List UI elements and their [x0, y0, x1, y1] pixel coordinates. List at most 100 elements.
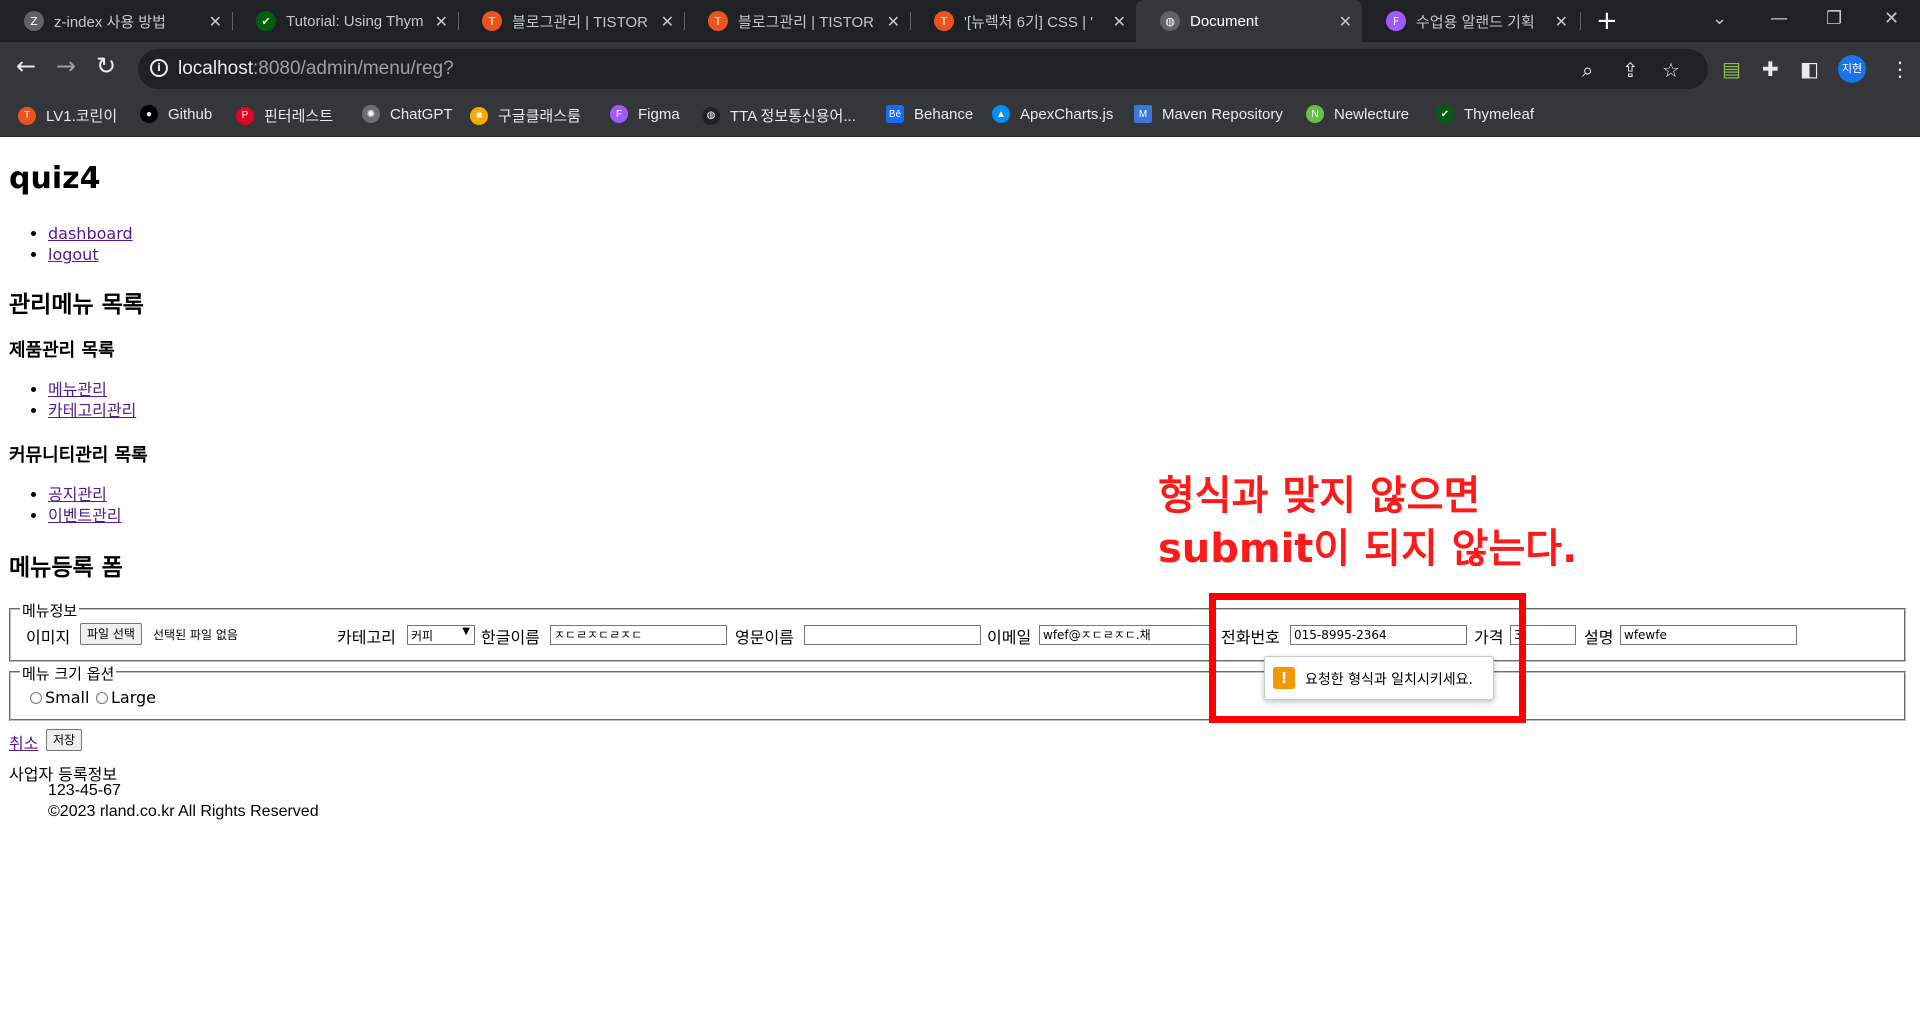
- bookmark-item[interactable]: T LV1.코린이: [18, 105, 117, 126]
- bookmark-item[interactable]: ● Github: [140, 105, 212, 123]
- menu-manage-link[interactable]: 메뉴관리: [48, 380, 107, 399]
- bookmark-item[interactable]: ✔ Thymeleaf: [1436, 105, 1534, 123]
- english-name-label: 영문이름: [735, 628, 794, 647]
- figma-icon: F: [1386, 11, 1406, 31]
- list-item: 공지관리: [48, 484, 122, 505]
- bookmark-item[interactable]: M Maven Repository: [1134, 105, 1283, 123]
- menu-kebab-icon[interactable]: ⋮: [1890, 57, 1910, 81]
- url-host: localhost: [178, 58, 253, 79]
- tab-strip: Z z-index 사용 방법 ✕ ✔ Tutorial: Using Thym…: [0, 0, 1920, 42]
- description-label: 설명: [1584, 628, 1614, 647]
- list-item: 이벤트관리: [48, 505, 122, 526]
- list-item: 메뉴관리: [48, 379, 136, 400]
- bookmark-label: Figma: [638, 105, 680, 123]
- email-label: 이메일: [987, 628, 1032, 647]
- close-icon[interactable]: ✕: [1339, 12, 1352, 31]
- description-input[interactable]: wfewfe: [1620, 625, 1797, 645]
- address-bar[interactable]: i localhost:8080/admin/menu/reg? ⌕ ⇪ ☆: [138, 49, 1708, 89]
- extensions-icon[interactable]: ✚: [1762, 57, 1779, 81]
- site-info-icon[interactable]: i: [150, 59, 168, 77]
- tab-title: Tutorial: Using Thym: [286, 12, 424, 30]
- new-tab-button[interactable]: +: [1596, 6, 1618, 36]
- english-name-input[interactable]: [804, 625, 981, 645]
- url-text[interactable]: localhost:8080/admin/menu/reg?: [178, 58, 454, 80]
- menu-size-legend: 메뉴 크기 옵션: [20, 663, 117, 684]
- side-panel-icon[interactable]: ◧: [1800, 57, 1819, 81]
- globe-icon: ◍: [1160, 11, 1180, 31]
- korean-name-input[interactable]: ㅈㄷㄹㅈㄷㄹㅈㄷ: [550, 625, 727, 645]
- profile-avatar[interactable]: 지현: [1838, 55, 1866, 83]
- bookmark-label: ChatGPT: [390, 105, 453, 123]
- zoom-icon[interactable]: ⌕: [1582, 58, 1593, 82]
- size-small-radio[interactable]: [30, 692, 42, 704]
- reload-icon[interactable]: ↻: [96, 52, 116, 80]
- tab-6[interactable]: F 수업용 알랜드 기획 ✕: [1362, 0, 1578, 42]
- bookmark-star-icon[interactable]: ☆: [1662, 58, 1680, 82]
- window-close-icon[interactable]: ✕: [1884, 8, 1899, 29]
- tistory-icon: T: [708, 11, 728, 31]
- file-select-button[interactable]: 파일 선택: [80, 623, 142, 645]
- logout-link[interactable]: logout: [48, 245, 99, 264]
- close-icon[interactable]: ✕: [661, 12, 674, 31]
- close-icon[interactable]: ✕: [1555, 12, 1568, 31]
- save-button[interactable]: 저장: [46, 729, 83, 751]
- page-content: quiz4 dashboard logout 관리메뉴 목록 제품관리 목록 메…: [0, 137, 1920, 1020]
- size-large-label: Large: [111, 688, 157, 707]
- tab-5-active[interactable]: ◍ Document ✕: [1136, 0, 1362, 42]
- close-icon[interactable]: ✕: [1113, 12, 1126, 31]
- bookmark-item[interactable]: F Figma: [610, 105, 680, 123]
- dashboard-link[interactable]: dashboard: [48, 224, 133, 243]
- forward-arrow-icon[interactable]: →: [56, 52, 76, 80]
- size-small-label: Small: [45, 688, 90, 707]
- maximize-icon[interactable]: ❐: [1826, 8, 1842, 29]
- copyright-text: ©2023 rland.co.kr All Rights Reserved: [48, 803, 319, 820]
- notice-manage-link[interactable]: 공지관리: [48, 485, 107, 504]
- cancel-link[interactable]: 취소: [9, 730, 38, 754]
- tab-0[interactable]: Z z-index 사용 방법 ✕: [0, 0, 232, 42]
- classroom-icon: ■: [470, 106, 488, 125]
- annotation-highlight-box: [1209, 593, 1526, 723]
- sheets-extension-icon[interactable]: ▤: [1722, 57, 1741, 81]
- tab-1[interactable]: ✔ Tutorial: Using Thym ✕: [232, 0, 458, 42]
- figma-icon: F: [610, 105, 628, 123]
- size-large-radio[interactable]: [96, 692, 108, 704]
- bookmark-item[interactable]: ◍ TTA 정보통신용어...: [702, 105, 856, 126]
- tab-search-icon[interactable]: ⌄: [1712, 8, 1727, 29]
- maven-icon: M: [1134, 105, 1152, 123]
- bookmark-item[interactable]: ▲ ApexCharts.js: [992, 105, 1113, 123]
- close-icon[interactable]: ✕: [435, 12, 448, 31]
- share-icon[interactable]: ⇪: [1622, 58, 1639, 82]
- bookmark-item[interactable]: P 핀터레스트: [236, 105, 333, 126]
- chatgpt-icon: ✺: [362, 105, 380, 123]
- close-icon[interactable]: ✕: [887, 12, 900, 31]
- tab-3[interactable]: T 블로그관리 | TISTOR ✕: [684, 0, 910, 42]
- bookmark-item[interactable]: Bē Behance: [886, 105, 973, 123]
- tistory-icon: T: [934, 11, 954, 31]
- email-input[interactable]: wfef@ㅈㄷㄹㅈㄷ.채: [1039, 625, 1216, 645]
- bookmark-label: TTA 정보통신용어...: [730, 108, 856, 125]
- category-manage-link[interactable]: 카테고리관리: [48, 401, 136, 420]
- bookmark-item[interactable]: N Newlecture: [1306, 105, 1409, 123]
- thymeleaf-icon: ✔: [256, 11, 276, 31]
- business-number: 123-45-67: [48, 782, 121, 799]
- event-manage-link[interactable]: 이벤트관리: [48, 506, 122, 525]
- bookmark-label: LV1.코린이: [46, 108, 118, 125]
- tab-2[interactable]: T 블로그관리 | TISTOR ✕: [458, 0, 684, 42]
- bookmark-label: Behance: [914, 105, 974, 123]
- back-arrow-icon[interactable]: ←: [16, 52, 36, 80]
- category-select[interactable]: 커피 ▼: [407, 625, 475, 645]
- newlecture-icon: N: [1306, 105, 1324, 123]
- product-links: 메뉴관리 카테고리관리: [0, 379, 136, 421]
- bookmark-item[interactable]: ■ 구글클래스룸: [470, 105, 581, 126]
- tab-4[interactable]: T '[뉴렉처 6기] CSS | ' ✕: [910, 0, 1136, 42]
- tab-title: Document: [1190, 12, 1259, 30]
- minimize-icon[interactable]: —: [1770, 8, 1788, 29]
- bookmark-label: Github: [168, 105, 213, 123]
- bookmark-label: ApexCharts.js: [1020, 105, 1114, 123]
- menu-info-legend: 메뉴정보: [20, 600, 80, 621]
- community-links: 공지관리 이벤트관리: [0, 484, 122, 526]
- bookmark-item[interactable]: ✺ ChatGPT: [362, 105, 453, 123]
- menu-size-fieldset: 메뉴 크기 옵션 Small Large: [9, 663, 1906, 721]
- url-path: :8080/admin/menu/reg?: [253, 58, 454, 79]
- close-icon[interactable]: ✕: [209, 12, 222, 31]
